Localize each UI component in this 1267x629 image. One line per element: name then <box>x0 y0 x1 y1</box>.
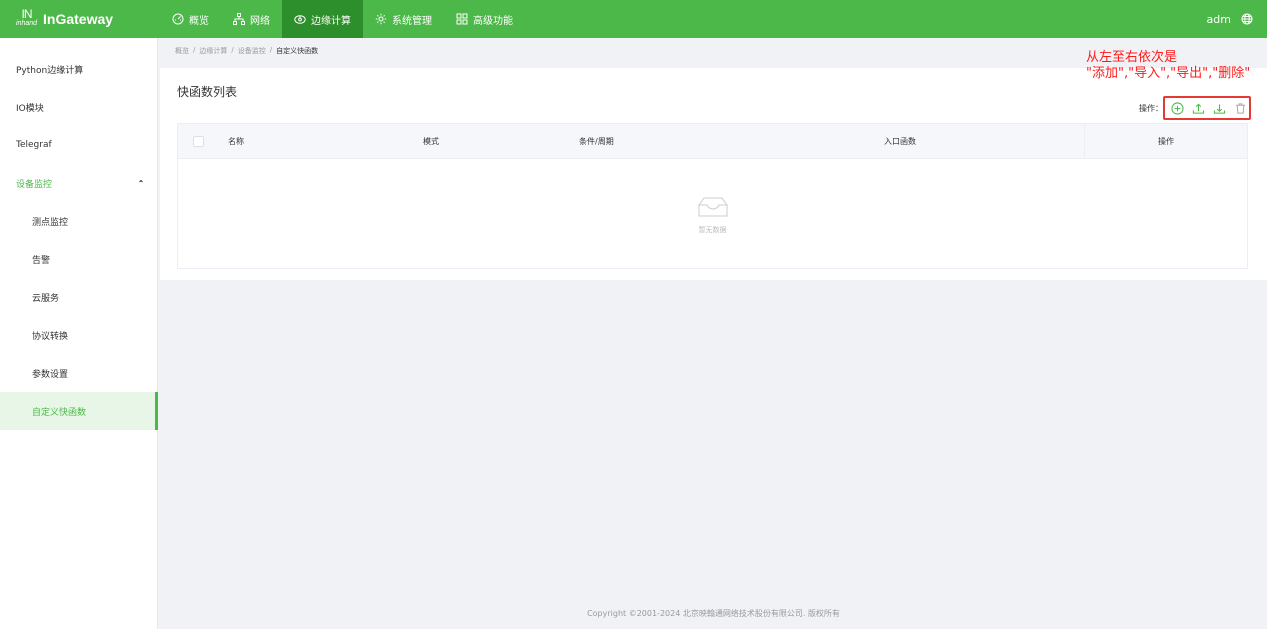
column-header-mode: 模式 <box>423 136 439 146</box>
network-icon <box>233 13 245 25</box>
inhand-logo-icon: IN inhand <box>16 7 38 27</box>
top-bar: IN inhand InGateway 概览 网络 边缘计算 系统管理 高级功能… <box>0 0 1267 38</box>
sidebar-item-label: 测点监控 <box>32 217 69 228</box>
grid-icon <box>456 13 468 25</box>
sidebar-item-cloud-service[interactable]: 云服务 <box>0 278 157 316</box>
breadcrumb-separator: / <box>231 46 234 54</box>
annotation-line: "添加","导入","导出","删除" <box>1086 66 1251 81</box>
sidebar-item-protocol-convert[interactable]: 协议转换 <box>0 316 157 354</box>
select-all-checkbox[interactable] <box>192 135 204 147</box>
sidebar-item-label: 自定义快函数 <box>32 407 87 418</box>
empty-state: 暂无数据 <box>178 160 1247 270</box>
user-area: adm <box>1207 0 1253 38</box>
table-header: 名称 模式 条件/周期 入口函数 操作 <box>178 123 1247 159</box>
sidebar-item-label: Python边缘计算 <box>16 65 84 76</box>
nav-advanced[interactable]: 高级功能 <box>444 0 525 38</box>
column-header-actions: 操作 <box>1084 123 1247 159</box>
user-name[interactable]: adm <box>1207 13 1231 26</box>
copyright-footer: Copyright ©2001-2024 北京映翰通网络技术股份有限公司. 版权… <box>587 609 840 618</box>
sidebar-item-io-module[interactable]: IO模块 <box>0 88 157 126</box>
select-all-cell <box>178 124 218 159</box>
column-header-entry-function: 入口函数 <box>884 136 916 146</box>
breadcrumb-item[interactable]: 边缘计算 <box>199 46 227 56</box>
nav-label: 高级功能 <box>473 15 513 27</box>
quick-function-table: 名称 模式 条件/周期 入口函数 操作 暂无数据 <box>177 123 1248 269</box>
breadcrumb-separator: / <box>269 46 273 54</box>
nav-label: 系统管理 <box>392 15 432 27</box>
empty-box-icon <box>698 197 727 217</box>
sidebar-item-label: 参数设置 <box>32 369 69 380</box>
nav-label: 网络 <box>250 15 270 27</box>
sidebar-item-python[interactable]: Python边缘计算 <box>0 50 157 88</box>
sidebar-item-device-monitor[interactable]: 设备监控 <box>0 164 157 202</box>
breadcrumb: 概览 / 边缘计算 / 设备监控 / 自定义快函数 <box>175 46 318 56</box>
sidebar-item-param-settings[interactable]: 参数设置 <box>0 354 157 392</box>
sidebar-item-label: Telegraf <box>16 140 52 150</box>
nav-overview[interactable]: 概览 <box>160 0 221 38</box>
sidebar-item-label: 设备监控 <box>16 179 53 190</box>
sidebar-item-custom-quick-function[interactable]: 自定义快函数 <box>0 392 158 430</box>
brand-logo[interactable]: IN inhand InGateway <box>0 0 158 38</box>
quick-function-panel: 快函数列表 操作： 名称 模式 条件/周期 入口函数 操作 暂无数据 <box>160 68 1267 280</box>
breadcrumb-item[interactable]: 设备监控 <box>238 46 266 56</box>
column-header-name: 名称 <box>228 136 244 146</box>
nav-system[interactable]: 系统管理 <box>363 0 444 38</box>
sidebar-item-alarm[interactable]: 告警 <box>0 240 157 278</box>
nav-network[interactable]: 网络 <box>221 0 282 38</box>
sidebar-item-label: IO模块 <box>16 103 44 114</box>
brand-name: InGateway <box>43 11 114 27</box>
sidebar-item-point-monitor[interactable]: 测点监控 <box>0 202 157 240</box>
sidebar-item-label: 云服务 <box>32 293 60 304</box>
main-nav: 概览 网络 边缘计算 系统管理 高级功能 <box>160 0 525 38</box>
chevron-up-icon <box>139 179 143 183</box>
operations-label: 操作： <box>1139 104 1163 113</box>
empty-text: 暂无数据 <box>698 226 727 234</box>
sidebar-item-telegraf[interactable]: Telegraf <box>0 126 157 164</box>
gear-icon <box>375 13 387 25</box>
breadcrumb-current: 自定义快函数 <box>276 47 319 55</box>
annotation-note: 从左至右依次是 "添加","导入","导出","删除" <box>1086 50 1250 82</box>
nav-edge-computing[interactable]: 边缘计算 <box>282 0 363 38</box>
dashboard-icon <box>172 13 184 25</box>
page-title: 快函数列表 <box>177 85 238 99</box>
annotation-highlight-box <box>1163 96 1251 120</box>
nav-label: 边缘计算 <box>311 15 351 27</box>
breadcrumb-item[interactable]: 概览 <box>175 46 189 56</box>
sidebar: Python边缘计算 IO模块 Telegraf 设备监控 测点监控 告警 云服… <box>0 38 158 629</box>
sidebar-item-label: 协议转换 <box>32 331 69 342</box>
breadcrumb-separator: / <box>193 46 196 54</box>
globe-icon[interactable] <box>1241 13 1253 25</box>
edge-computing-icon <box>294 15 306 24</box>
annotation-line: 从左至右依次是 <box>1086 50 1178 65</box>
sidebar-item-label: 告警 <box>32 255 51 266</box>
column-header-condition: 条件/周期 <box>579 136 614 146</box>
nav-label: 概览 <box>189 15 209 27</box>
